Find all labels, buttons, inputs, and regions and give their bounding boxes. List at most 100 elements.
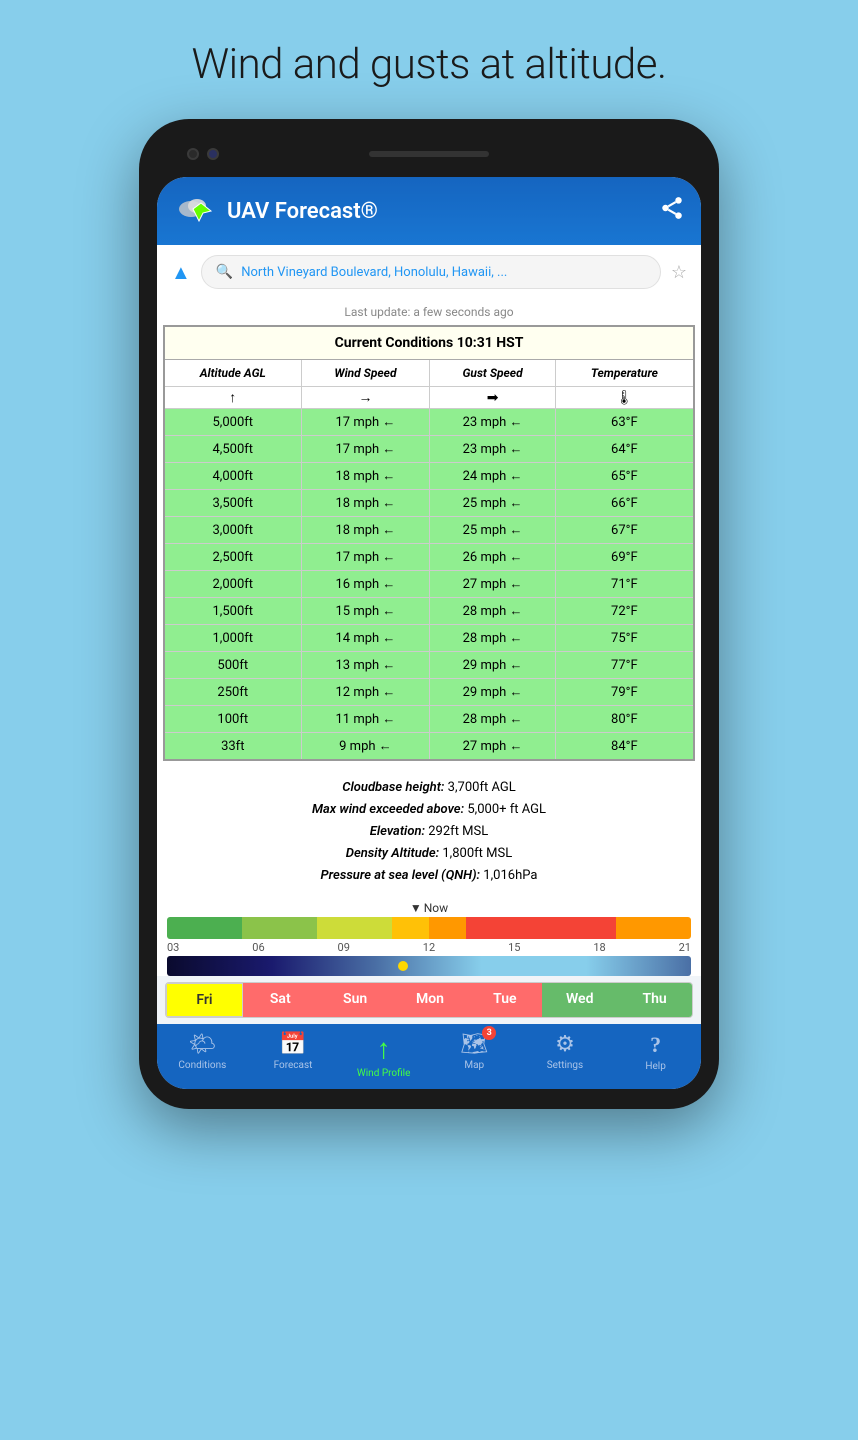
app-logo: UAV Forecast® xyxy=(173,189,378,233)
cell-gust: 28 mph ← xyxy=(430,598,555,625)
day-selector[interactable]: Fri Sat Sun Mon Tue Wed Thu xyxy=(165,982,693,1018)
cell-altitude: 2,000ft xyxy=(164,571,301,598)
map-badge-wrapper: 🗺 3 xyxy=(460,1032,488,1057)
col-header-altitude: Altitude AGL xyxy=(164,360,301,387)
sun-bar xyxy=(167,956,691,976)
table-row: 5,000ft 17 mph ← 23 mph ← 63°F xyxy=(164,409,694,436)
elevation-info: Elevation: 292ft MSL xyxy=(173,821,685,843)
wind-profile-label: Wind Profile xyxy=(357,1068,411,1079)
cell-temp: 65°F xyxy=(555,463,694,490)
nav-wind-profile[interactable]: ↑ Wind Profile xyxy=(354,1032,414,1079)
timeline-hour-18: 18 xyxy=(593,941,605,954)
now-label: Now xyxy=(424,901,448,915)
table-row: 1,000ft 14 mph ← 28 mph ← 75°F xyxy=(164,625,694,652)
cell-wind: 9 mph ← xyxy=(301,733,430,761)
cell-altitude: 1,500ft xyxy=(164,598,301,625)
day-sat[interactable]: Sat xyxy=(243,983,318,1017)
forecast-label: Forecast xyxy=(274,1060,313,1071)
cell-gust: 27 mph ← xyxy=(430,733,555,761)
day-thu[interactable]: Thu xyxy=(617,983,692,1017)
cell-wind: 14 mph ← xyxy=(301,625,430,652)
cell-altitude: 4,500ft xyxy=(164,436,301,463)
elevation-value: 292ft MSL xyxy=(428,824,488,839)
now-arrow-icon: ▼ xyxy=(410,901,422,915)
cell-altitude: 33ft xyxy=(164,733,301,761)
cell-temp: 77°F xyxy=(555,652,694,679)
day-fri[interactable]: Fri xyxy=(166,983,243,1017)
nav-help[interactable]: ? Help xyxy=(626,1032,686,1079)
col-header-wind: Wind Speed xyxy=(301,360,430,387)
camera-left xyxy=(187,148,199,160)
map-badge: 3 xyxy=(482,1026,496,1040)
table-row: 2,000ft 16 mph ← 27 mph ← 71°F xyxy=(164,571,694,598)
settings-label: Settings xyxy=(547,1060,584,1071)
nav-map[interactable]: 🗺 3 Map xyxy=(444,1032,504,1079)
day-tue[interactable]: Tue xyxy=(467,983,542,1017)
share-icon[interactable] xyxy=(659,195,685,227)
nav-conditions[interactable]: 🌤 Conditions xyxy=(172,1032,232,1079)
cell-altitude: 5,000ft xyxy=(164,409,301,436)
arrow-wind: → xyxy=(301,387,430,409)
nav-settings[interactable]: ⚙ Settings xyxy=(535,1032,595,1079)
location-arrow-icon[interactable]: ▲ xyxy=(171,260,191,285)
timeline-labels: 03 06 09 12 15 18 21 xyxy=(157,941,701,954)
phone-notch xyxy=(157,139,701,169)
cell-temp: 75°F xyxy=(555,625,694,652)
cell-altitude: 2,500ft xyxy=(164,544,301,571)
cell-temp: 71°F xyxy=(555,571,694,598)
camera-right xyxy=(207,148,219,160)
search-box[interactable]: 🔍 North Vineyard Boulevard, Honolulu, Ha… xyxy=(201,255,661,289)
table-row: 500ft 13 mph ← 29 mph ← 77°F xyxy=(164,652,694,679)
app-header: UAV Forecast® xyxy=(157,177,701,245)
timeline-hour-09: 09 xyxy=(338,941,350,954)
cell-temp: 79°F xyxy=(555,679,694,706)
density-info: Density Altitude: 1,800ft MSL xyxy=(173,843,685,865)
table-row: 2,500ft 17 mph ← 26 mph ← 69°F xyxy=(164,544,694,571)
app-logo-icon xyxy=(173,189,217,233)
day-wed[interactable]: Wed xyxy=(542,983,617,1017)
app-title: UAV Forecast® xyxy=(227,199,378,224)
max-wind-info: Max wind exceeded above: 5,000+ ft AGL xyxy=(173,799,685,821)
cell-altitude: 500ft xyxy=(164,652,301,679)
cell-gust: 29 mph ← xyxy=(430,679,555,706)
cell-wind: 18 mph ← xyxy=(301,517,430,544)
favorite-icon[interactable]: ☆ xyxy=(671,262,687,283)
cell-gust: 28 mph ← xyxy=(430,625,555,652)
nav-forecast[interactable]: 📅 Forecast xyxy=(263,1032,323,1079)
cell-altitude: 250ft xyxy=(164,679,301,706)
cell-gust: 28 mph ← xyxy=(430,706,555,733)
sun-position xyxy=(398,961,408,971)
cell-altitude: 3,000ft xyxy=(164,517,301,544)
info-section: Cloudbase height: 3,700ft AGL Max wind e… xyxy=(157,767,701,897)
table-row: 100ft 11 mph ← 28 mph ← 80°F xyxy=(164,706,694,733)
arrow-temp: 🌡 xyxy=(555,387,694,409)
last-update: Last update: a few seconds ago xyxy=(157,299,701,325)
phone-frame: UAV Forecast® ▲ 🔍 North Vineyard Bouleva… xyxy=(139,119,719,1109)
table-row: 3,000ft 18 mph ← 25 mph ← 67°F xyxy=(164,517,694,544)
cell-wind: 13 mph ← xyxy=(301,652,430,679)
cell-gust: 23 mph ← xyxy=(430,409,555,436)
conditions-table-wrapper: Current Conditions 10:31 HST Altitude AG… xyxy=(157,325,701,767)
density-value: 1,800ft MSL xyxy=(442,846,512,861)
day-mon[interactable]: Mon xyxy=(393,983,468,1017)
cell-wind: 18 mph ← xyxy=(301,463,430,490)
cell-gust: 26 mph ← xyxy=(430,544,555,571)
table-row: 33ft 9 mph ← 27 mph ← 84°F xyxy=(164,733,694,761)
arrow-altitude: ↑ xyxy=(164,387,301,409)
table-row: 1,500ft 15 mph ← 28 mph ← 72°F xyxy=(164,598,694,625)
timeline-hour-06: 06 xyxy=(252,941,264,954)
max-wind-value: 5,000+ ft AGL xyxy=(467,802,546,817)
timeline-color-bar[interactable] xyxy=(167,917,691,939)
col-header-gust: Gust Speed xyxy=(430,360,555,387)
cell-temp: 84°F xyxy=(555,733,694,761)
cell-altitude: 100ft xyxy=(164,706,301,733)
cell-wind: 17 mph ← xyxy=(301,544,430,571)
timeline-hour-03: 03 xyxy=(167,941,179,954)
cell-altitude: 3,500ft xyxy=(164,490,301,517)
day-sun[interactable]: Sun xyxy=(318,983,393,1017)
phone-screen: UAV Forecast® ▲ 🔍 North Vineyard Bouleva… xyxy=(157,177,701,1089)
conditions-label: Conditions xyxy=(178,1060,226,1071)
column-headers-row: Altitude AGL Wind Speed Gust Speed Tempe… xyxy=(164,360,694,387)
cell-wind: 12 mph ← xyxy=(301,679,430,706)
cell-gust: 29 mph ← xyxy=(430,652,555,679)
